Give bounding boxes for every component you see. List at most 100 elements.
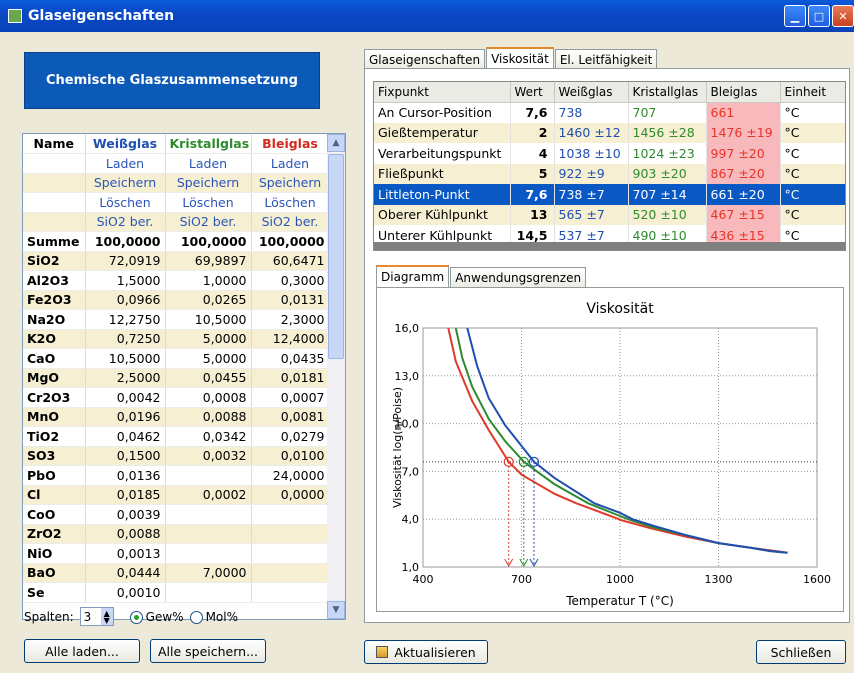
spalten-stepper[interactable]: 3 ▲ ▼ (79, 607, 114, 626)
close-window-button[interactable]: ✕ (832, 5, 854, 27)
action-link[interactable]: Speichern (85, 173, 166, 193)
oxide-value[interactable]: 0,0002 (165, 485, 252, 505)
tab-viskositaet[interactable]: Viskosität (486, 47, 554, 69)
scroll-thumb[interactable] (328, 154, 344, 359)
tab-leitfaehigkeit[interactable]: El. Leitfähigkeit (554, 49, 658, 69)
oxide-value[interactable]: 5,0000 (165, 329, 252, 349)
action-link[interactable]: SiO2 ber. (165, 212, 252, 232)
scroll-down-button[interactable]: ▼ (327, 601, 345, 619)
action-link[interactable]: Laden (85, 153, 166, 174)
column-header[interactable]: Name (23, 134, 86, 154)
oxide-value[interactable]: 0,0966 (85, 290, 166, 310)
radio-gew[interactable]: Gew% (129, 610, 184, 624)
oxide-value[interactable]: 72,0919 (85, 251, 166, 271)
save-all-button[interactable]: Alle speichern... (150, 639, 266, 663)
oxide-value[interactable] (165, 582, 252, 603)
oxide-value[interactable]: 2,3000 (251, 309, 330, 330)
oxide-value[interactable]: 12,2750 (85, 309, 166, 330)
oxide-value[interactable]: 0,0007 (251, 387, 330, 408)
oxide-value[interactable]: 0,3000 (251, 270, 330, 291)
table-row[interactable]: An Cursor-Position 7,6 738 707 661 °C (374, 102, 845, 123)
tab-glaseigenschaften[interactable]: Glaseigenschaften (364, 49, 486, 69)
tab-diagramm[interactable]: Diagramm (376, 265, 450, 287)
minimize-button[interactable]: ▁ (784, 5, 806, 27)
oxide-value[interactable]: 10,5000 (165, 309, 252, 330)
oxide-value[interactable]: 0,0131 (251, 290, 330, 310)
oxide-value[interactable] (251, 582, 330, 603)
fix-column-header[interactable]: Einheit (780, 82, 845, 103)
oxide-value[interactable]: 0,0185 (85, 485, 166, 505)
oxide-value[interactable] (251, 504, 330, 525)
oxide-value[interactable]: 5,0000 (165, 348, 252, 369)
oxide-value[interactable]: 0,0042 (85, 387, 166, 408)
oxide-value[interactable]: 60,6471 (251, 251, 330, 271)
oxide-value[interactable] (165, 465, 252, 486)
oxide-value[interactable]: 69,9897 (165, 251, 252, 271)
stepper-arrows-icon[interactable]: ▲ ▼ (100, 608, 113, 625)
oxide-value[interactable]: 0,1500 (85, 446, 166, 466)
oxide-value[interactable]: 0,0008 (165, 387, 252, 408)
action-link[interactable]: Laden (165, 153, 252, 174)
table-row[interactable]: Oberer Kühlpunkt 13 565 ±7 520 ±10 467 ±15 °C (374, 204, 845, 225)
oxide-value[interactable] (251, 524, 330, 544)
oxide-value[interactable]: 0,0136 (85, 465, 166, 486)
oxide-value[interactable]: 0,0039 (85, 504, 166, 525)
oxide-value[interactable]: 0,0181 (251, 368, 330, 388)
composition-scrollbar[interactable]: ▲ ▼ (327, 134, 345, 619)
oxide-value[interactable]: 0,0265 (165, 290, 252, 310)
oxide-value[interactable] (165, 543, 252, 564)
table-row[interactable]: Littleton-Punkt 7,6 738 ±7 707 ±14 661 ±20 °C (374, 184, 845, 205)
oxide-value[interactable]: 12,4000 (251, 329, 330, 349)
oxide-value[interactable]: 0,0435 (251, 348, 330, 369)
oxide-value[interactable]: 0,0032 (165, 446, 252, 466)
oxide-value[interactable]: 0,0088 (165, 407, 252, 427)
oxide-value[interactable]: 24,0000 (251, 465, 330, 486)
refresh-button[interactable]: Aktualisieren (364, 640, 488, 664)
oxide-value[interactable]: 0,0088 (85, 524, 166, 544)
action-link[interactable]: SiO2 ber. (251, 212, 330, 232)
action-link[interactable]: SiO2 ber. (85, 212, 166, 232)
fix-column-header[interactable]: Bleiglas (706, 82, 781, 103)
oxide-value[interactable] (165, 504, 252, 525)
oxide-value[interactable]: 0,0462 (85, 426, 166, 447)
column-header[interactable]: Kristallglas (165, 134, 252, 154)
fix-column-header[interactable]: Fixpunkt (374, 82, 511, 103)
oxide-value[interactable]: 0,0342 (165, 426, 252, 447)
oxide-value[interactable]: 2,5000 (85, 368, 166, 388)
close-button[interactable]: Schließen (756, 640, 846, 664)
oxide-value[interactable]: 0,0081 (251, 407, 330, 427)
scroll-up-button[interactable]: ▲ (327, 134, 345, 152)
maximize-button[interactable]: □ (808, 5, 830, 27)
oxide-value[interactable]: 1,5000 (85, 270, 166, 291)
oxide-value[interactable]: 0,0279 (251, 426, 330, 447)
oxide-value[interactable] (251, 543, 330, 564)
oxide-value[interactable]: 0,0196 (85, 407, 166, 427)
table-row[interactable]: Verarbeitungspunkt 4 1038 ±10 1024 ±23 997 ±… (374, 143, 845, 164)
oxide-value[interactable]: 100,0000 (251, 231, 330, 252)
oxide-value[interactable]: 0,0100 (251, 446, 330, 466)
action-link[interactable]: Löschen (251, 192, 330, 213)
oxide-value[interactable] (165, 524, 252, 544)
action-link[interactable]: Speichern (165, 173, 252, 193)
fix-column-header[interactable]: Wert (510, 82, 555, 103)
oxide-value[interactable]: 100,0000 (165, 231, 252, 252)
oxide-value[interactable]: 0,0444 (85, 563, 166, 583)
viscosity-chart[interactable]: 400 700 1000 1300 16001,04,07,010,013,016,0V… (377, 288, 843, 611)
action-link[interactable]: Löschen (165, 192, 252, 213)
oxide-value[interactable] (251, 563, 330, 583)
action-link[interactable]: Löschen (85, 192, 166, 213)
fix-column-header[interactable]: Kristallglas (628, 82, 707, 103)
action-link[interactable]: Speichern (251, 173, 330, 193)
column-header[interactable]: Bleiglas (251, 134, 330, 154)
column-header[interactable]: Weißglas (85, 134, 166, 154)
oxide-value[interactable]: 0,0455 (165, 368, 252, 388)
load-all-button[interactable]: Alle laden... (24, 639, 140, 663)
oxide-value[interactable]: 10,5000 (85, 348, 166, 369)
fix-column-header[interactable]: Weißglas (554, 82, 629, 103)
action-link[interactable]: Laden (251, 153, 330, 174)
table-row[interactable]: Fließpunkt 5 922 ±9 903 ±20 867 ±20 °C (374, 163, 845, 184)
oxide-value[interactable]: 0,7250 (85, 329, 166, 349)
tab-anwendungsgrenzen[interactable]: Anwendungsgrenzen (450, 267, 587, 287)
title-bar[interactable]: Glaseigenschaften ▁ □ ✕ (0, 0, 854, 32)
oxide-value[interactable]: 100,0000 (85, 231, 166, 252)
